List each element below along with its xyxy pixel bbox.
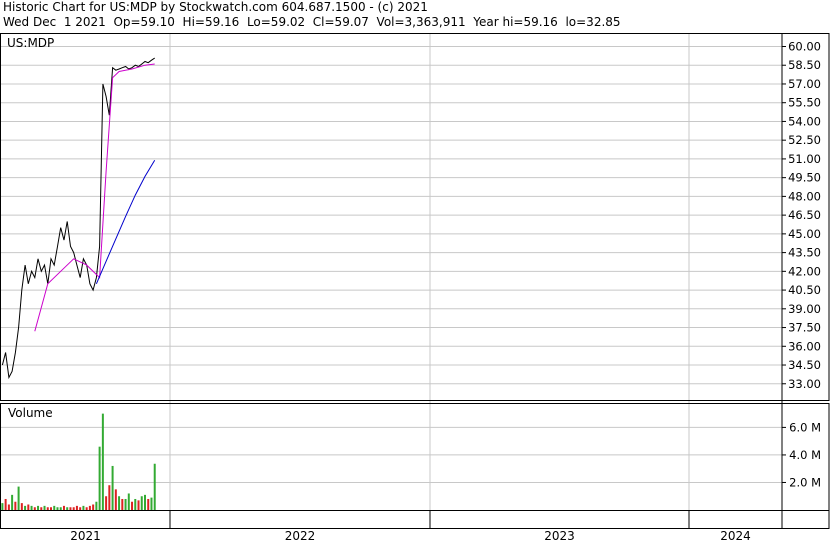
volume-axis-ticks: 6.0 M 4.0 M 2.0 M (782, 420, 821, 489)
price-lines (1, 57, 156, 380)
chart-frames (0, 33, 830, 529)
volume-bar (114, 489, 117, 510)
volume-bar (24, 505, 27, 510)
volume-bar (131, 501, 134, 510)
volume-panel-frame (0, 403, 830, 511)
volume-bar (46, 507, 49, 510)
volume-bar (134, 498, 137, 510)
volume-bar (66, 507, 69, 510)
price-axis-ticks: 60.00 58.50 57.00 55.50 54.00 52.50 51.00 49.50… (782, 39, 821, 391)
volume-bar (147, 498, 150, 510)
price-tick-label: 33.00 (788, 377, 821, 391)
year-axis-labels: 2021 2022 2023 2024 (70, 529, 751, 543)
volume-bar (59, 507, 62, 510)
price-tick-label: 43.50 (788, 246, 821, 260)
volume-bar (121, 498, 124, 510)
price-tick-label: 39.00 (788, 302, 821, 316)
volume-bar (95, 501, 98, 510)
volume-bar (62, 505, 65, 510)
price-tick-label: 60.00 (788, 39, 821, 53)
volume-bar (82, 505, 85, 510)
volume-bar (30, 505, 33, 510)
price-tick-label: 54.00 (788, 114, 821, 128)
volume-bar (105, 496, 108, 510)
price-tick-label: 37.50 (788, 321, 821, 335)
volume-bar (98, 446, 101, 510)
volume-bar (14, 501, 17, 510)
volume-bar (33, 507, 36, 510)
volume-bar (79, 507, 82, 510)
symbol-label: US:MDP (7, 36, 54, 50)
volume-tick-label: 2.0 M (789, 475, 821, 489)
price-tick-label: 34.50 (788, 358, 821, 372)
volume-bar (43, 505, 46, 510)
volume-bar (56, 507, 59, 510)
volume-bar (111, 465, 114, 510)
volume-bar (20, 503, 23, 510)
volume-bar (11, 494, 14, 510)
volume-bar (69, 507, 72, 510)
volume-bar (4, 498, 7, 510)
ma-long-line (95, 159, 156, 284)
chart-grid (1, 34, 782, 510)
volume-tick-label: 4.0 M (789, 448, 821, 462)
volume-bar (127, 493, 130, 510)
volume-bar (108, 485, 111, 510)
volume-bar (137, 500, 140, 510)
volume-bar (124, 498, 127, 510)
ma-short-line (34, 63, 155, 332)
volume-bar (150, 497, 153, 510)
volume-bar (118, 496, 121, 510)
price-tick-label: 36.00 (788, 339, 821, 353)
price-tick-label: 46.50 (788, 208, 821, 222)
volume-bar (101, 413, 104, 510)
volume-bar (72, 507, 75, 510)
xaxis-frame (0, 510, 830, 529)
price-tick-label: 51.00 (788, 152, 821, 166)
year-label: 2022 (285, 529, 316, 543)
price-tick-label: 49.50 (788, 171, 821, 185)
price-tick-label: 58.50 (788, 58, 821, 72)
price-line (1, 57, 155, 380)
price-tick-label: 57.00 (788, 77, 821, 91)
volume-label: Volume (8, 406, 53, 420)
volume-bar (92, 504, 95, 510)
price-tick-label: 45.00 (788, 227, 821, 241)
volume-bar (143, 494, 146, 510)
year-label: 2021 (70, 529, 101, 543)
price-tick-label: 40.50 (788, 283, 821, 297)
price-tick-label: 48.00 (788, 189, 821, 203)
year-label: 2024 (720, 529, 751, 543)
volume-bar (7, 504, 10, 510)
year-label: 2023 (544, 529, 575, 543)
volume-tick-label: 6.0 M (789, 420, 821, 434)
volume-bar (17, 486, 20, 510)
volume-bar (75, 505, 78, 510)
volume-bar (27, 504, 30, 510)
volume-bars (1, 413, 156, 510)
volume-bar (85, 507, 88, 510)
volume-bar (153, 463, 156, 510)
volume-bar (40, 507, 43, 510)
price-tick-label: 42.00 (788, 264, 821, 278)
price-tick-label: 55.50 (788, 96, 821, 110)
volume-bar (53, 505, 56, 510)
price-tick-label: 52.50 (788, 133, 821, 147)
stock-chart: 60.00 58.50 57.00 55.50 54.00 52.50 51.00 49.50… (0, 33, 830, 543)
volume-bar (140, 496, 143, 510)
volume-bar (88, 505, 91, 510)
volume-bar (50, 507, 53, 510)
volume-bar (37, 505, 40, 510)
volume-bar (1, 503, 4, 510)
price-panel-frame (0, 33, 830, 401)
